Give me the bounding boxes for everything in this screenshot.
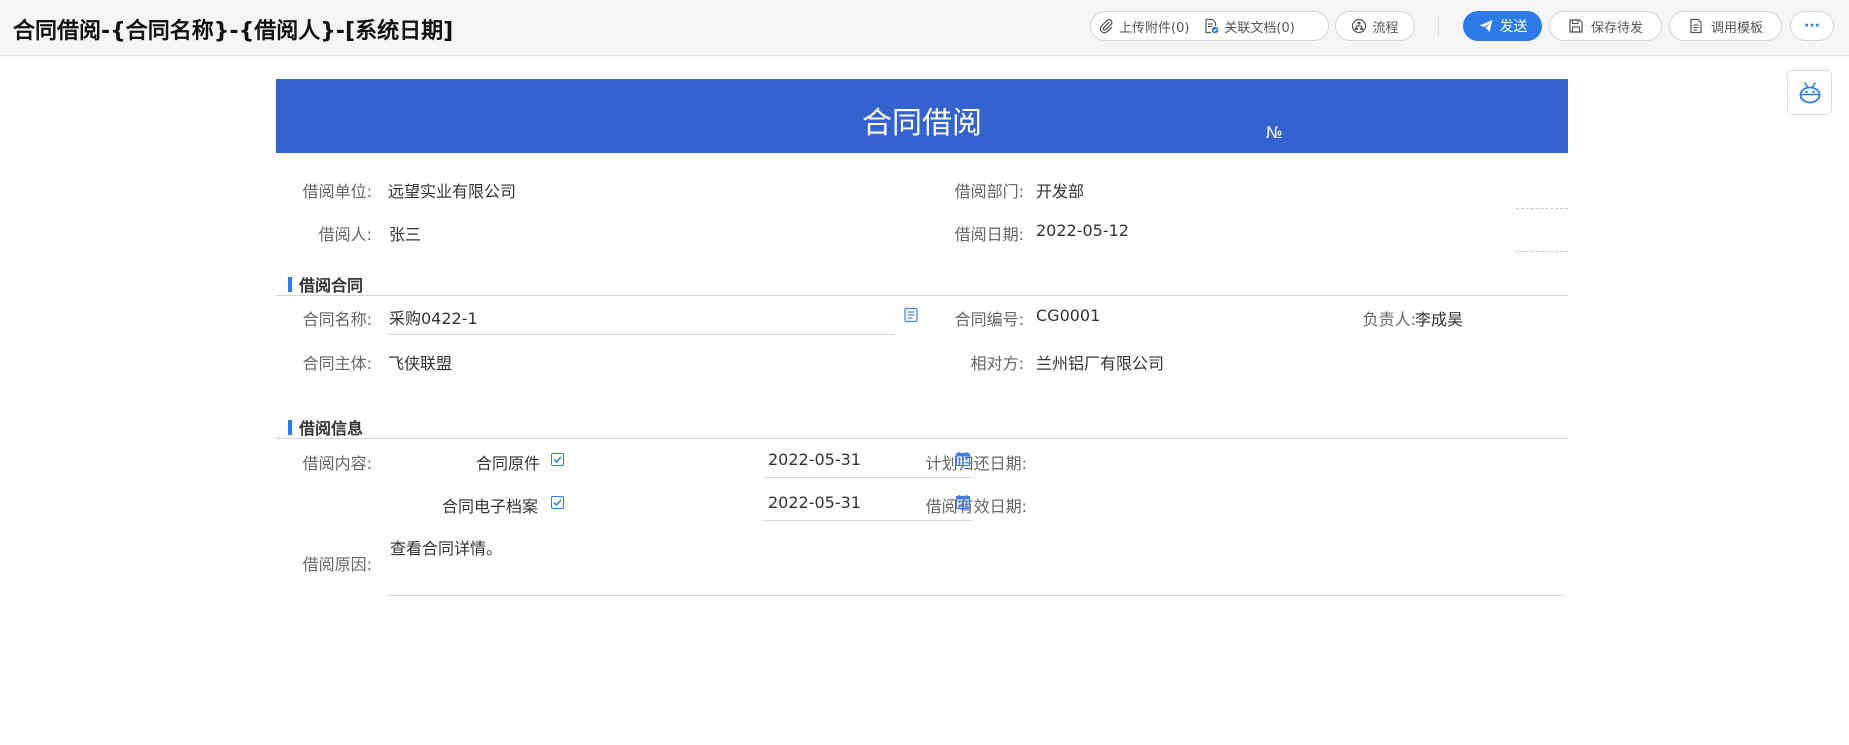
section-divider	[276, 438, 1568, 439]
section-title-contract: 借阅合同	[288, 272, 363, 296]
contract-name-label: 合同名称:	[302, 310, 372, 329]
flow-label: 流程	[1372, 20, 1399, 36]
top-toolbar: 合同借阅-{合同名称}-{借阅人}-[系统日期] 上传附件(0) 关联文档(0)…	[0, 0, 1849, 56]
robot-icon	[1799, 81, 1820, 103]
dashed-line	[1516, 251, 1568, 252]
contract-code-label: 合同编号:	[954, 310, 1024, 329]
more-icon: ···	[1804, 18, 1820, 34]
section-title-text: 借阅信息	[299, 419, 364, 438]
counterparty-value: 兰州铝厂有限公司	[1036, 354, 1165, 373]
use-template-inner: 调用模板	[1688, 17, 1763, 36]
send-button[interactable]: 发送	[1463, 11, 1542, 41]
borrow-unit-value: 远望实业有限公司	[388, 182, 517, 201]
borrow-dept-label: 借阅部门:	[954, 182, 1024, 201]
flow-button-inner: 流程	[1351, 17, 1399, 36]
borrow-reason-value[interactable]: 查看合同详情。	[390, 535, 502, 559]
valid-date-label: 借阅有效日期:	[925, 497, 1027, 516]
borrow-date-value: 2022-05-12	[1036, 221, 1129, 240]
linked-document-icon	[1203, 18, 1219, 34]
section-bar	[288, 276, 292, 292]
link-document-label: 关联文档(0)	[1224, 20, 1295, 36]
template-icon	[1688, 18, 1704, 34]
flow-button[interactable]: 流程	[1335, 11, 1415, 41]
more-button[interactable]: ···	[1790, 11, 1834, 41]
checkmark-icon	[553, 499, 562, 507]
borrow-unit-label: 借阅单位:	[302, 182, 372, 201]
calendar-icon[interactable]	[955, 494, 971, 510]
dashed-line	[1516, 208, 1568, 209]
borrow-form: 合同借阅 № 借阅单位: 远望实业有限公司 借阅部门: 开发部 借阅人: 张三 …	[276, 79, 1568, 596]
contract-name-value[interactable]: 采购0422-1	[389, 305, 478, 329]
save-icon	[1568, 18, 1584, 34]
borrow-dept-value: 开发部	[1036, 182, 1085, 201]
section-title-text: 借阅合同	[299, 276, 364, 295]
toolbar-divider	[1438, 17, 1439, 37]
borrower-value: 张三	[389, 225, 422, 244]
borrow-date-label: 借阅日期:	[954, 225, 1024, 244]
form-title: 合同借阅	[862, 107, 982, 140]
electronic-archive-checkbox[interactable]	[551, 496, 564, 509]
owner-value: 李成昊	[1415, 310, 1464, 329]
save-draft-button[interactable]: 保存待发	[1549, 11, 1662, 41]
paperclip-icon	[1098, 18, 1114, 34]
save-draft-label: 保存待发	[1590, 20, 1643, 36]
send-label: 发送	[1499, 19, 1528, 35]
planned-return-date-label: 计划归还日期:	[925, 454, 1027, 473]
planned-return-date-value[interactable]: 2022-05-31	[768, 450, 861, 469]
upload-attachment-button[interactable]: 上传附件(0)	[1091, 17, 1196, 36]
contract-code-value: CG0001	[1036, 306, 1101, 325]
document-title: 合同借阅-{合同名称}-{借阅人}-[系统日期]	[13, 19, 454, 44]
link-document-button[interactable]: 关联文档(0)	[1196, 17, 1301, 36]
upload-attachment-label: 上传附件(0)	[1119, 20, 1190, 36]
section-divider	[276, 295, 1568, 296]
electronic-archive-label: 合同电子档案	[442, 497, 539, 516]
assistant-button[interactable]	[1787, 70, 1832, 115]
borrow-content-label: 借阅内容:	[302, 454, 372, 473]
calendar-icon[interactable]	[955, 451, 971, 467]
borrower-label: 借阅人:	[318, 225, 372, 244]
section-title-info: 借阅信息	[288, 415, 363, 439]
borrow-reason-label: 借阅原因:	[302, 555, 372, 574]
attachment-group: 上传附件(0) 关联文档(0)	[1090, 11, 1329, 41]
checkmark-icon	[553, 456, 562, 464]
use-template-button[interactable]: 调用模板	[1669, 11, 1782, 41]
form-header: 合同借阅 №	[276, 79, 1568, 153]
section-bar	[288, 419, 292, 435]
owner-label: 负责人:	[1362, 310, 1416, 329]
contract-subject-label: 合同主体:	[302, 354, 372, 373]
flow-icon	[1351, 18, 1367, 34]
use-template-label: 调用模板	[1710, 20, 1763, 36]
form-number-label: №	[1266, 123, 1283, 142]
contract-name-field-underline	[387, 334, 894, 335]
reason-field-underline	[387, 595, 1565, 596]
original-contract-label: 合同原件	[476, 454, 541, 473]
valid-date-underline	[764, 520, 973, 521]
save-draft-inner: 保存待发	[1568, 17, 1643, 36]
contract-picker-icon[interactable]	[903, 307, 919, 323]
send-icon	[1478, 18, 1494, 34]
return-date-underline	[764, 477, 973, 478]
counterparty-label: 相对方:	[970, 354, 1024, 373]
contract-subject-value: 飞侠联盟	[388, 354, 453, 373]
valid-date-value[interactable]: 2022-05-31	[768, 493, 861, 512]
original-contract-checkbox[interactable]	[551, 453, 564, 466]
